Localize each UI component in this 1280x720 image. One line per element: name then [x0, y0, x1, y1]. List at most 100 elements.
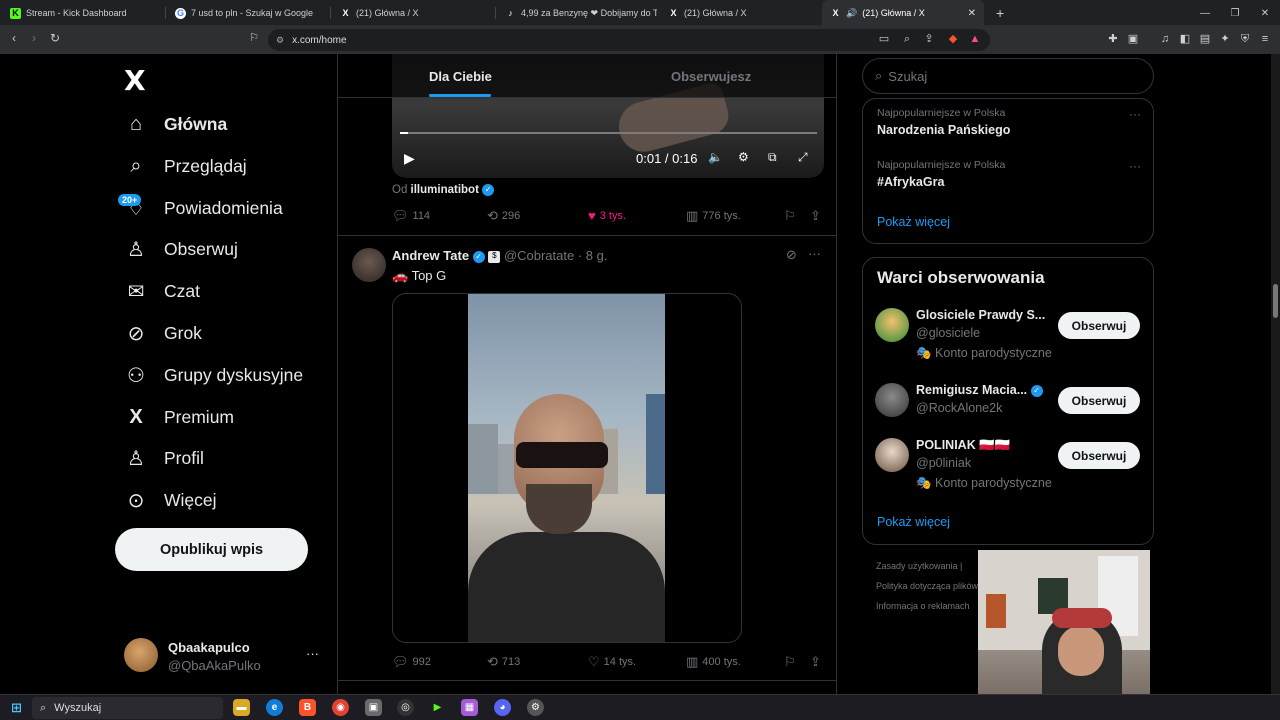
nav-notifications[interactable]: ♢ 20+ Powiadomienia — [118, 188, 283, 228]
follow-button[interactable]: Obserwuj — [1058, 312, 1140, 339]
steam-icon[interactable]: ⚙ — [527, 699, 544, 716]
extensions-icon[interactable]: ✚ — [1106, 32, 1120, 46]
reply-button[interactable]: 💬︎ 992 — [392, 654, 431, 670]
more-icon[interactable]: ··· — [1129, 107, 1141, 121]
repost-button[interactable]: ⟲ 713 — [487, 654, 520, 670]
nav-communities[interactable]: ⚇ Grupy dyskusyjne — [124, 355, 303, 395]
cast-icon[interactable]: ▭ — [877, 32, 891, 46]
views-button[interactable]: ▥ 776 tys. — [686, 208, 741, 224]
tweet-time[interactable]: · 8 g. — [578, 248, 608, 263]
suggestion-item[interactable]: POLINIAK 🇵🇱🇵🇱 @p0liniak 🎭 Konto parodyst… — [875, 438, 1145, 498]
suggestion-item[interactable]: Glosiciele Prawdy S... @glosiciele 🎭 Kon… — [875, 308, 1145, 368]
follow-button[interactable]: Obserwuj — [1058, 387, 1140, 414]
show-more-link[interactable]: Pokaż więcej — [877, 515, 950, 529]
bookmark-button[interactable]: ⚐ — [784, 208, 796, 224]
scrollbar[interactable] — [1271, 54, 1280, 694]
browser-tab[interactable]: X (21) Główna / X — [660, 0, 820, 26]
app-icon[interactable]: ▦ — [461, 699, 478, 716]
share-icon[interactable]: ⇪ — [922, 32, 936, 46]
obs-icon[interactable]: ◎ — [397, 699, 414, 716]
settings-icon[interactable]: ⚙ — [738, 150, 749, 164]
browser-tab[interactable]: G 7 usd to pln - Szukaj w Google — [167, 0, 327, 26]
nav-explore[interactable]: ⌕ Przeglądaj — [124, 146, 246, 186]
nav-home[interactable]: ⌂ Główna — [124, 104, 227, 144]
bookmark-icon[interactable]: ⚐ — [245, 31, 263, 44]
chrome-icon[interactable]: ◉ — [332, 699, 349, 716]
back-icon[interactable]: ‹ — [5, 31, 23, 45]
close-window-icon[interactable]: ✕ — [1250, 0, 1280, 26]
account-switcher[interactable]: Qbaakapulco @QbaAkaPulko ··· — [124, 638, 324, 676]
more-icon[interactable]: ··· — [808, 246, 821, 261]
author-handle[interactable]: @Cobratate — [504, 248, 574, 263]
more-icon[interactable]: ··· — [306, 646, 319, 661]
site-info-icon[interactable]: ⚙ — [276, 35, 284, 46]
footer-link[interactable]: Polityka dotycząca plików — [876, 581, 978, 591]
browser-tab[interactable]: K Stream - Kick Dashboard — [2, 0, 162, 26]
volume-icon[interactable]: 🔈 — [708, 150, 723, 164]
reply-button[interactable]: 💬︎ 114 — [392, 208, 430, 224]
share-button[interactable]: ⇪ — [810, 208, 821, 224]
brave-shield-icon[interactable]: ◆ — [946, 32, 960, 46]
discord-icon[interactable]: ◕ — [494, 699, 511, 716]
repost-button[interactable]: ⟲ 296 — [487, 208, 520, 224]
restore-icon[interactable]: ❐ — [1220, 0, 1250, 26]
tab-following[interactable]: Obserwujesz — [671, 54, 751, 98]
views-button[interactable]: ▥ 400 tys. — [686, 654, 741, 670]
nav-more[interactable]: ⊙ Więcej — [124, 480, 217, 520]
like-button[interactable]: ♡ 14 tys. — [588, 654, 636, 670]
kick-app-icon[interactable]: ▶ — [429, 699, 446, 716]
menu-icon[interactable]: ≡ — [1258, 32, 1272, 46]
zoom-icon[interactable]: ⌕ — [900, 32, 914, 46]
nav-profile[interactable]: ♙ Profil — [124, 438, 204, 478]
show-more-link[interactable]: Pokaż więcej — [877, 215, 950, 229]
reload-icon[interactable]: ↻ — [46, 31, 64, 45]
nav-premium[interactable]: X Premium — [124, 397, 234, 437]
nav-chat[interactable]: ✉ Czat — [124, 271, 200, 311]
browser-tab-active[interactable]: X 🔊 (21) Główna / X ✕ — [822, 0, 984, 26]
taskbar-search[interactable]: ⌕ Wyszukaj — [32, 697, 223, 719]
wallet-icon[interactable]: ▤ — [1198, 32, 1212, 46]
tweet-video[interactable] — [392, 293, 742, 643]
app-icon[interactable]: ▣ — [365, 699, 382, 716]
play-icon[interactable]: ▶ — [404, 150, 415, 167]
trend-item[interactable]: Najpopularniejsze w Polska Narodzenia Pa… — [877, 107, 1141, 137]
edge-icon[interactable]: e — [266, 699, 283, 716]
browser-tab[interactable]: X (21) Główna / X — [332, 0, 492, 26]
more-icon[interactable]: ··· — [1129, 159, 1141, 173]
leo-icon[interactable]: ✦ — [1218, 32, 1232, 46]
minimize-icon[interactable]: — — [1190, 0, 1220, 26]
post-button[interactable]: Opublikuj wpis — [115, 528, 308, 571]
close-tab-icon[interactable]: ✕ — [968, 8, 976, 19]
new-tab-button[interactable]: + — [988, 0, 1008, 26]
pip-icon[interactable]: ⧉ — [768, 150, 777, 165]
share-button[interactable]: ⇪ — [810, 654, 821, 670]
follow-button[interactable]: Obserwuj — [1058, 442, 1140, 469]
nav-follow[interactable]: ♙ Obserwuj — [124, 229, 238, 269]
scrollbar-thumb[interactable] — [1273, 284, 1278, 318]
nav-grok[interactable]: ⊘ Grok — [124, 313, 202, 353]
footer-link[interactable]: Informacja o reklamach — [876, 601, 970, 611]
video-progress-bar[interactable] — [400, 132, 817, 134]
author-name[interactable]: Andrew Tate — [392, 248, 469, 263]
suggestion-item[interactable]: Remigiusz Macia... ✓ @RockAlone2k Obserw… — [875, 383, 1145, 443]
tab-for-you[interactable]: Dla Ciebie — [429, 54, 492, 98]
fullscreen-icon[interactable]: ⤢ — [798, 150, 808, 165]
trend-item[interactable]: Najpopularniejsze w Polska #AfrykaGra ··… — [877, 159, 1141, 189]
vpn-icon[interactable]: ⛨ — [1238, 32, 1252, 46]
windows-start-icon[interactable]: ⊞ — [8, 699, 25, 716]
tab-search-icon[interactable]: ▣ — [1126, 32, 1140, 46]
search-input[interactable]: ⌕ Szukaj — [862, 58, 1154, 94]
like-button[interactable]: ♥ 3 tys. — [588, 208, 626, 223]
brave-icon[interactable]: B — [299, 699, 316, 716]
brave-rewards-icon[interactable]: ▲ — [968, 32, 982, 46]
x-logo-icon[interactable]: X — [124, 64, 146, 97]
sidebar-icon[interactable]: ◧ — [1178, 32, 1192, 46]
file-explorer-icon[interactable]: ▬ — [233, 699, 250, 716]
forward-icon[interactable]: › — [25, 31, 43, 45]
browser-tab[interactable]: ♪ 4,99 za Benzynę ❤ Dobijamy do Ty... — [497, 0, 657, 26]
bookmark-button[interactable]: ⚐ — [784, 654, 796, 670]
avatar[interactable] — [352, 248, 386, 282]
grok-icon[interactable]: ⊘ — [786, 247, 797, 263]
footer-link[interactable]: Zasady użytkowania | — [876, 561, 962, 571]
from-user-link[interactable]: illuminatibot — [411, 184, 479, 196]
